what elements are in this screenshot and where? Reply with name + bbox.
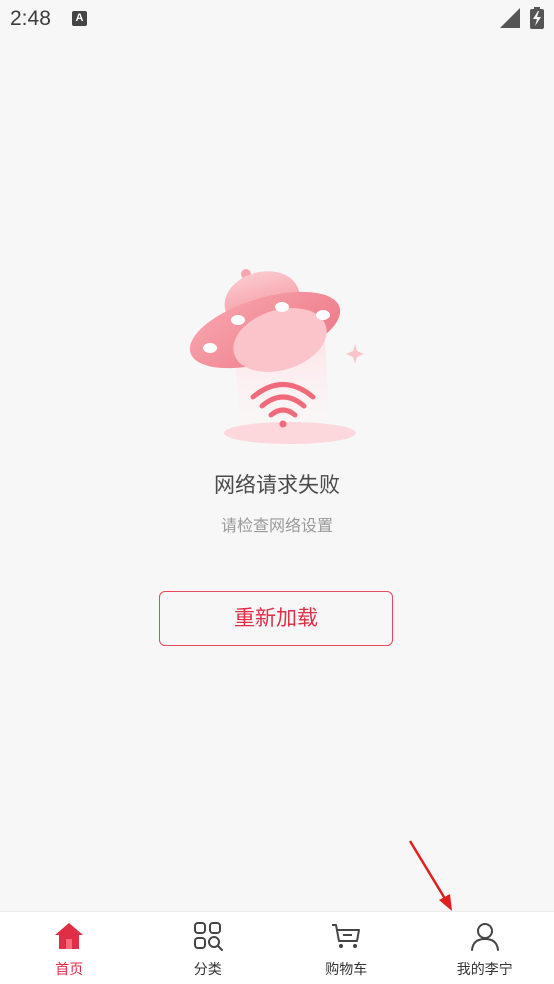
- notification-a-icon: A: [72, 11, 87, 26]
- home-icon: [55, 923, 84, 949]
- tab-cart[interactable]: 购物车: [277, 912, 416, 984]
- battery-charging-icon: [530, 7, 544, 29]
- tab-category[interactable]: 分类: [139, 912, 278, 984]
- annotation-arrow-icon: [408, 840, 452, 911]
- status-time: 2:48: [10, 7, 51, 30]
- user-icon: [470, 923, 499, 951]
- category-grid-icon: [193, 922, 223, 951]
- tab-my-lining-label: 我的李宁: [456, 962, 513, 978]
- bottom-tab-bar: 首页 分类 购物车 我的李宁: [0, 911, 554, 984]
- cart-icon: [332, 924, 361, 948]
- status-bar: 2:48 A: [0, 0, 554, 40]
- error-subtitle: 请检查网络设置: [220, 516, 333, 535]
- network-error-ufo-illustration: [189, 269, 364, 444]
- tab-my-lining[interactable]: 我的李宁: [416, 912, 554, 984]
- error-title: 网络请求失败: [214, 473, 340, 497]
- tab-cart-label: 购物车: [325, 962, 368, 978]
- tab-home-label: 首页: [55, 962, 84, 978]
- reload-button[interactable]: 重新加载: [159, 591, 393, 646]
- tab-category-label: 分类: [193, 962, 222, 978]
- tab-home[interactable]: 首页: [0, 912, 139, 984]
- cell-signal-icon: [500, 8, 520, 28]
